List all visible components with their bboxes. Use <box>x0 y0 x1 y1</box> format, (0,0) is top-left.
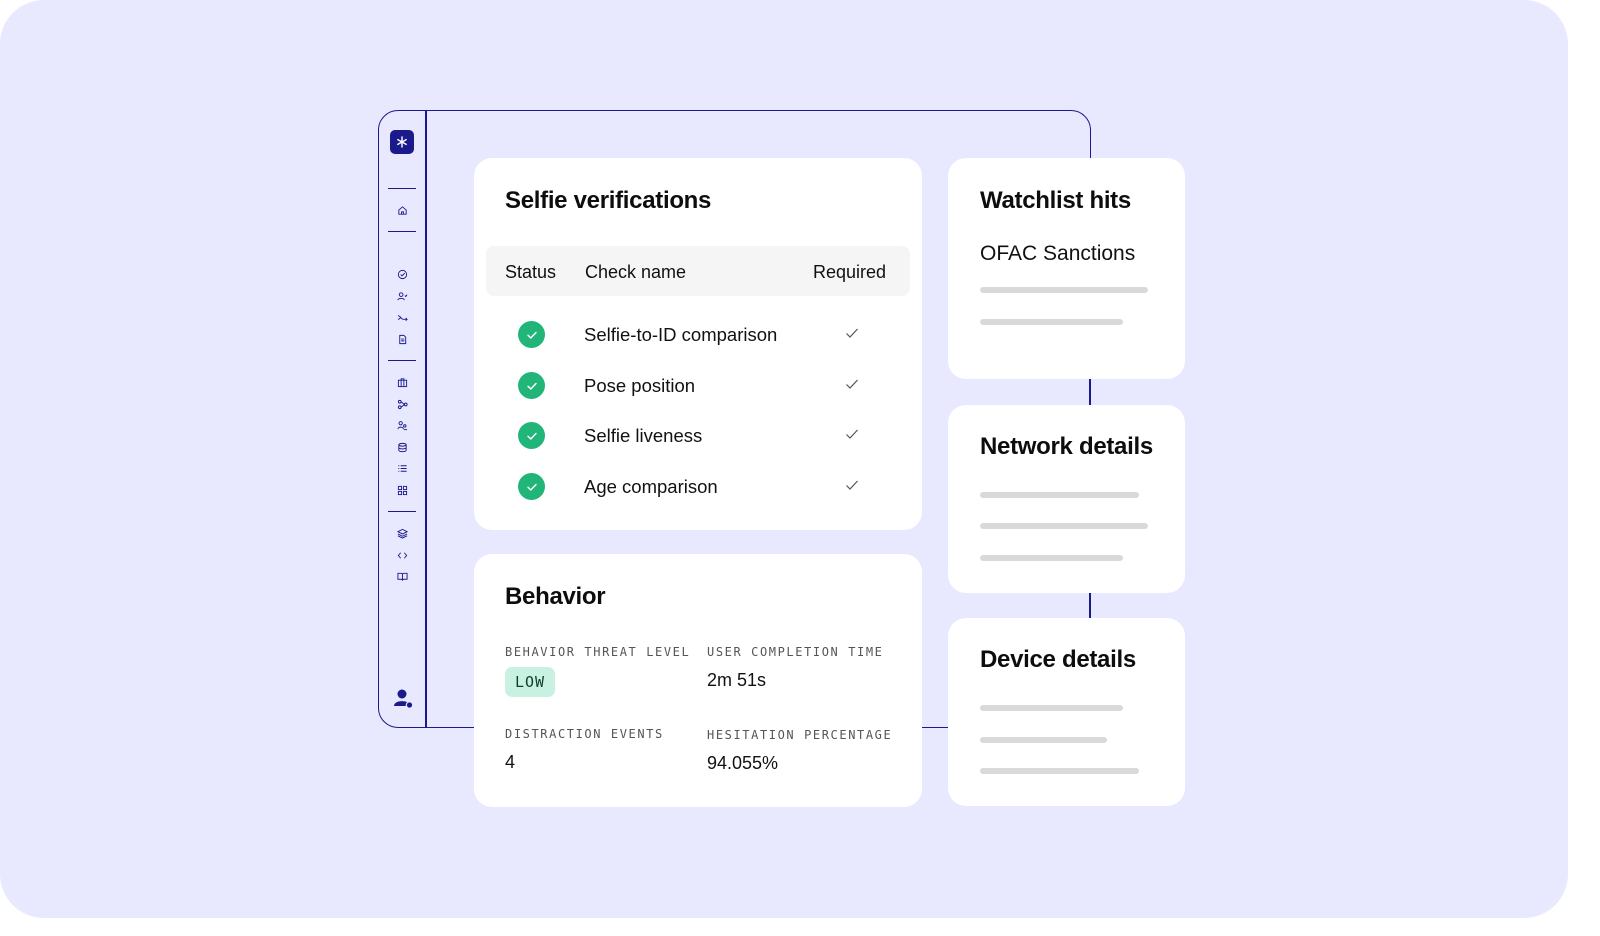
placeholder-line <box>980 523 1148 529</box>
device-details-card[interactable]: Device details <box>948 618 1185 806</box>
table-row[interactable]: Pose position <box>474 365 922 405</box>
status-passed-icon <box>518 473 545 500</box>
status-passed-icon <box>518 422 545 449</box>
home-icon[interactable] <box>395 203 409 217</box>
placeholder-line <box>980 287 1148 293</box>
network-card-title: Network details <box>980 433 1153 460</box>
selfie-card-title: Selfie verifications <box>505 187 712 214</box>
background-canvas: Selfie verifications Status Check name R… <box>0 0 1568 918</box>
check-name: Selfie-to-ID comparison <box>584 324 778 345</box>
column-header-required: Required <box>813 262 887 282</box>
check-name: Pose position <box>584 375 696 396</box>
network-details-card[interactable]: Network details <box>948 405 1185 593</box>
route-icon[interactable] <box>395 310 409 324</box>
watchlist-hits-card[interactable]: Watchlist hits OFAC Sanctions <box>948 158 1185 379</box>
placeholder-line <box>980 555 1123 561</box>
device-card-title: Device details <box>980 646 1136 673</box>
placeholder-line <box>980 319 1123 325</box>
table-row[interactable]: Selfie-to-ID comparison <box>474 314 922 354</box>
watchlist-card-title: Watchlist hits <box>980 187 1131 214</box>
connector-line <box>1089 592 1091 620</box>
user-avatar-icon[interactable] <box>392 687 414 709</box>
sidebar-separator <box>388 511 416 513</box>
sidebar-separator <box>388 231 416 233</box>
list-icon[interactable] <box>395 461 409 475</box>
selfie-verifications-card: Selfie verifications Status Check name R… <box>474 158 922 530</box>
hesitation-percentage-value: 94.055% <box>707 753 779 773</box>
connector-line <box>1089 378 1091 406</box>
column-header-status: Status <box>505 262 557 282</box>
briefcase-icon[interactable] <box>395 375 409 389</box>
users-icon[interactable] <box>395 418 409 432</box>
table-header: Status Check name Required <box>486 246 910 296</box>
completion-time-value: 2m 51s <box>707 670 767 690</box>
check-circle-icon[interactable] <box>395 267 409 281</box>
table-row[interactable]: Age comparison <box>474 466 922 506</box>
asterisk-logo-icon[interactable] <box>390 130 414 154</box>
distraction-events-value: 4 <box>505 752 516 772</box>
status-passed-icon <box>518 372 545 399</box>
code-icon[interactable] <box>395 548 409 562</box>
check-name: Selfie liveness <box>584 425 703 446</box>
placeholder-line <box>980 492 1139 498</box>
distraction-events-label: DISTRACTION EVENTS <box>505 727 664 741</box>
threat-level-label: BEHAVIOR THREAT LEVEL <box>505 645 691 659</box>
required-check-icon <box>844 477 860 493</box>
watchlist-subtitle: OFAC Sanctions <box>980 242 1136 265</box>
placeholder-line <box>980 737 1107 743</box>
hesitation-percentage-label: HESITATION PERCENTAGE <box>707 728 893 742</box>
placeholder-line <box>980 768 1139 774</box>
document-icon[interactable] <box>395 332 409 346</box>
check-name: Age comparison <box>584 476 718 497</box>
completion-time-label: USER COMPLETION TIME <box>707 645 884 659</box>
behavior-card-title: Behavior <box>505 583 606 610</box>
sidebar-divider <box>425 111 427 727</box>
user-check-icon[interactable] <box>395 289 409 303</box>
grid-icon[interactable] <box>395 483 409 497</box>
required-check-icon <box>844 376 860 392</box>
table-row[interactable]: Selfie liveness <box>474 415 922 455</box>
database-icon[interactable] <box>395 440 409 454</box>
sidebar-separator <box>388 360 416 362</box>
placeholder-line <box>980 705 1123 711</box>
sidebar-separator <box>388 188 416 190</box>
column-header-check-name: Check name <box>585 262 687 282</box>
required-check-icon <box>844 325 860 341</box>
required-check-icon <box>844 426 860 442</box>
book-icon[interactable] <box>395 569 409 583</box>
layers-icon[interactable] <box>395 526 409 540</box>
sidebar <box>380 112 424 726</box>
workflow-icon[interactable] <box>395 397 409 411</box>
behavior-card: Behavior BEHAVIOR THREAT LEVEL LOW USER … <box>474 554 922 807</box>
threat-level-badge: LOW <box>505 667 556 697</box>
status-passed-icon <box>518 321 545 348</box>
